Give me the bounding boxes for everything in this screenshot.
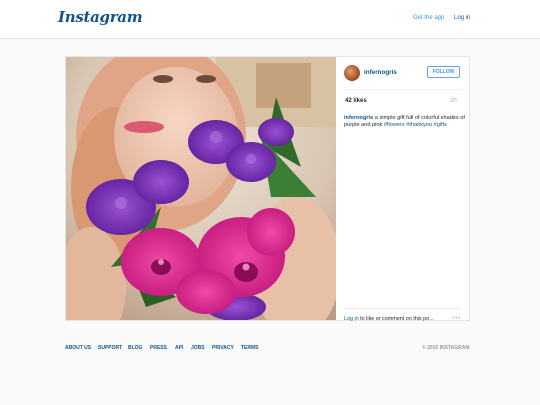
get-app-link[interactable]: Get the app <box>413 15 444 21</box>
more-dots-icon[interactable]: ••• <box>452 315 461 322</box>
photo-illustration <box>66 57 336 320</box>
footer-link-terms[interactable]: TERMS <box>241 345 259 351</box>
post-sidebar: infernogris FOLLOW 42 likes 2h infernogr… <box>336 57 472 322</box>
footer-link-privacy[interactable]: PRIVACY <box>212 345 234 351</box>
user-avatar[interactable] <box>344 65 360 81</box>
top-bar: Instagram Get the app Log in <box>0 0 540 39</box>
caption-username[interactable]: infernogris <box>344 115 373 121</box>
post-username[interactable]: infernogris <box>364 69 397 76</box>
footer-link-support[interactable]: SUPPORT <box>98 345 122 351</box>
comment-prompt-text: to like or comment on this po... <box>358 316 434 322</box>
footer-link-jobs[interactable]: JOBS <box>191 345 205 351</box>
follow-button[interactable]: FOLLOW <box>427 66 460 78</box>
divider <box>344 308 462 309</box>
copyright: © 2015 INSTAGRAM <box>422 345 470 351</box>
divider <box>344 89 462 90</box>
comment-login-link[interactable]: Log in <box>344 316 359 322</box>
footer-link-blog[interactable]: BLOG <box>128 345 142 351</box>
footer-link-api[interactable]: API <box>175 345 183 351</box>
post-card: infernogris FOLLOW 42 likes 2h infernogr… <box>65 56 472 322</box>
likes-count[interactable]: 42 likes <box>345 98 367 104</box>
footer-link-about[interactable]: ABOUT US <box>65 345 91 351</box>
login-link[interactable]: Log in <box>454 15 470 21</box>
hashtag-flowers[interactable]: #flowers <box>384 122 405 128</box>
hashtag-thankyou[interactable]: #thankyou <box>406 122 432 128</box>
post-photo[interactable] <box>66 57 336 320</box>
comment-prompt: Log in to like or comment on this po... <box>344 316 434 322</box>
hashtag-gifts[interactable]: #gifts <box>434 122 447 128</box>
footer-link-press[interactable]: PRESS <box>150 345 167 351</box>
instagram-logo[interactable]: Instagram <box>58 8 143 26</box>
post-time[interactable]: 2h <box>450 98 457 104</box>
post-caption: infernogris a simple gift full of colorf… <box>344 115 472 130</box>
